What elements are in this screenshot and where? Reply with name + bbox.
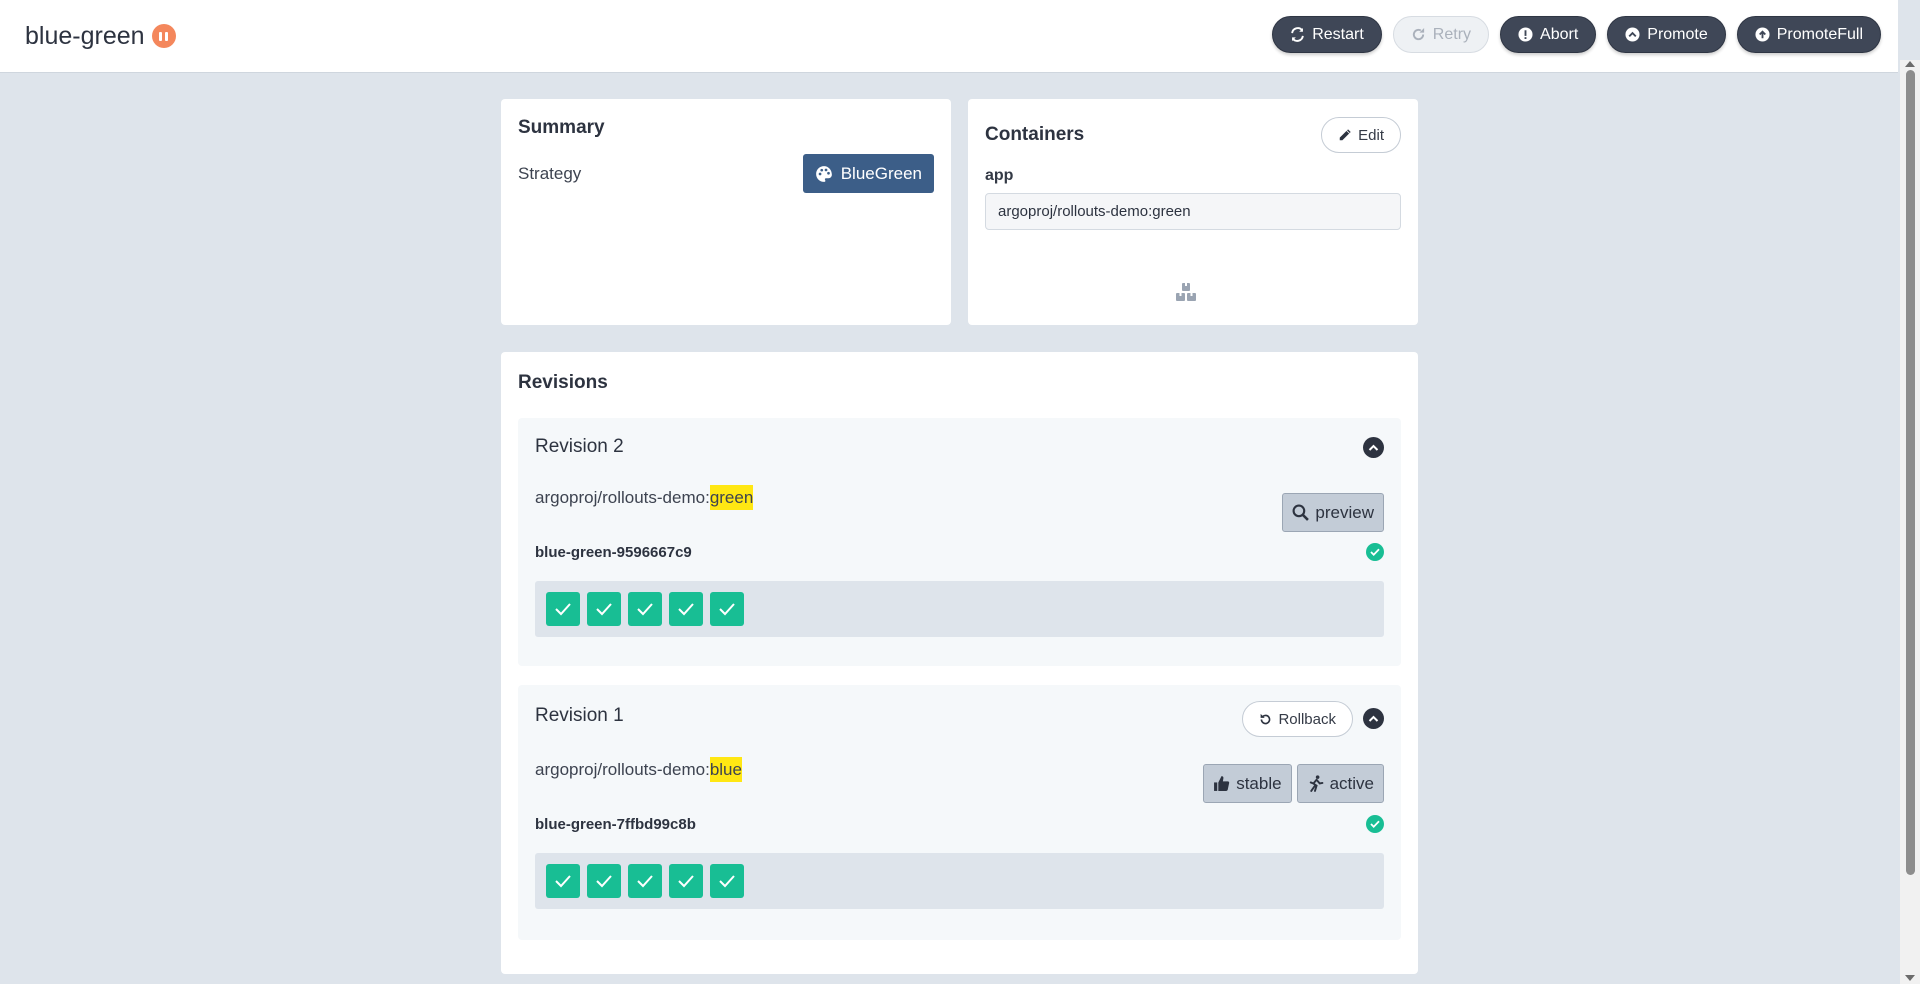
page-scrollbar[interactable]: [1900, 60, 1920, 984]
pod-healthy[interactable]: [587, 592, 621, 626]
pods-container: [535, 581, 1384, 637]
promote-button[interactable]: Promote: [1607, 16, 1726, 53]
revision-panel: Revision 2 argoproj/rollouts-demo:green …: [518, 418, 1401, 666]
image-tag-highlight: blue: [709, 757, 742, 782]
revisions-title: Revisions: [518, 372, 608, 393]
preview-tag[interactable]: preview: [1282, 493, 1384, 532]
palette-icon: [815, 165, 832, 182]
strategy-label: Strategy: [518, 163, 582, 183]
rollout-title: blue-green: [25, 21, 145, 50]
pods-container: [535, 853, 1384, 909]
scroll-thumb[interactable]: [1906, 70, 1915, 875]
retry-button[interactable]: Retry: [1392, 16, 1490, 53]
strategy-badge: BlueGreen: [802, 154, 934, 193]
redo-icon: [1412, 27, 1424, 41]
chevron-up-icon[interactable]: [1363, 708, 1384, 729]
revisions-card: Revisions Revision 2 argoproj/rollouts-d…: [501, 352, 1418, 974]
revision-image: argoproj/rollouts-demo:green: [535, 485, 754, 510]
running-icon: [1309, 775, 1323, 792]
revision-image: argoproj/rollouts-demo:blue: [535, 757, 742, 782]
undo-icon: [1261, 713, 1271, 724]
rollback-button[interactable]: Rollback: [1242, 701, 1353, 737]
pod-healthy[interactable]: [669, 864, 703, 898]
summary-card: Summary Strategy BlueGreen: [501, 99, 951, 325]
revision-tags: preview: [1282, 493, 1384, 532]
pod-healthy[interactable]: [546, 864, 580, 898]
check-circle-icon: [1366, 543, 1384, 561]
active-tag[interactable]: active: [1296, 764, 1384, 803]
pod-healthy[interactable]: [587, 864, 621, 898]
check-icon: [719, 603, 735, 616]
boxes-icon: [1176, 283, 1196, 301]
check-icon: [637, 603, 653, 616]
exclamation-circle-icon: [1518, 27, 1533, 42]
top-bar: blue-green Restart Retry Abort Promote P…: [0, 0, 1898, 73]
container-image-field[interactable]: [985, 193, 1401, 230]
check-circle-icon: [1366, 815, 1384, 833]
chevron-up-icon[interactable]: [1363, 437, 1384, 458]
restart-button[interactable]: Restart: [1272, 16, 1382, 53]
replicaset-name: blue-green-7ffbd99c8b: [535, 816, 696, 833]
pod-healthy[interactable]: [710, 864, 744, 898]
containers-card: Containers Edit app: [968, 99, 1418, 325]
search-icon: [1292, 504, 1310, 521]
check-icon: [555, 603, 571, 616]
pod-healthy[interactable]: [546, 592, 580, 626]
revision-panel: Revision 1 Rollback argoproj/rollouts-de…: [518, 685, 1401, 940]
revision-title: Revision 2: [535, 436, 624, 457]
containers-title: Containers: [985, 124, 1085, 145]
check-icon: [596, 603, 612, 616]
revision-tags: stable active: [1203, 764, 1384, 803]
stable-tag[interactable]: stable: [1203, 764, 1292, 803]
arrow-circle-up-icon: [1755, 27, 1770, 42]
rollout-actions: Restart Retry Abort Promote PromoteFull: [1272, 16, 1881, 53]
check-icon: [637, 875, 653, 888]
check-icon: [555, 875, 571, 888]
check-icon: [719, 875, 735, 888]
edit-containers-button[interactable]: Edit: [1321, 117, 1401, 153]
chevron-circle-up-icon: [1625, 27, 1640, 42]
thumbs-up-icon: [1214, 776, 1230, 791]
scroll-up-arrow-icon[interactable]: [1905, 61, 1915, 67]
image-tag-highlight: green: [709, 485, 754, 510]
sync-icon: [1291, 27, 1304, 42]
abort-button[interactable]: Abort: [1500, 16, 1597, 53]
summary-title: Summary: [518, 117, 605, 138]
pod-healthy[interactable]: [628, 592, 662, 626]
replicaset-name: blue-green-9596667c9: [535, 544, 692, 561]
pod-healthy[interactable]: [710, 592, 744, 626]
scroll-down-arrow-icon[interactable]: [1905, 975, 1915, 981]
pod-healthy[interactable]: [628, 864, 662, 898]
pause-icon: [151, 24, 176, 48]
promote-full-button[interactable]: PromoteFull: [1736, 16, 1881, 53]
check-icon: [678, 875, 694, 888]
pod-healthy[interactable]: [669, 592, 703, 626]
check-icon: [596, 875, 612, 888]
check-icon: [678, 603, 694, 616]
container-name: app: [985, 167, 1014, 184]
pencil-icon: [1339, 129, 1351, 141]
